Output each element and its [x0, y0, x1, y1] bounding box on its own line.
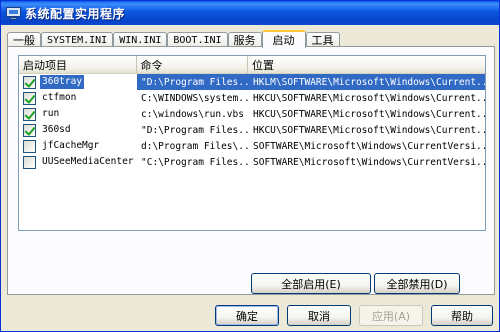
tab-startup[interactable]: 启动	[261, 30, 306, 48]
startup-command-cell: "C:\Program Files...	[141, 156, 249, 168]
tab-tools[interactable]: 工具	[305, 32, 340, 47]
startup-command-cell: "D:\Program Files...	[141, 124, 249, 136]
startup-command-cell: c:\windows\run.vbs	[141, 108, 244, 120]
startup-location-cell: HKCU\SOFTWARE\Microsoft\Windows\Current.…	[253, 124, 485, 136]
msconfig-app-icon	[6, 6, 21, 20]
startup-item-checkbox[interactable]	[23, 155, 36, 169]
disable-all-button[interactable]: 全部禁用(D)	[374, 273, 460, 294]
column-header-command[interactable]: 命令	[136, 56, 249, 73]
startup-item-checkbox[interactable]	[23, 91, 36, 105]
startup-item-checkbox[interactable]	[23, 139, 36, 153]
startup-item-checkbox[interactable]	[23, 75, 36, 89]
column-header-location[interactable]: 位置	[248, 56, 485, 73]
tab-strip: 一般 SYSTEM.INI WIN.INI BOOT.INI 服务 启动 工具	[7, 30, 340, 48]
startup-item-label: 360sd	[42, 124, 71, 135]
startup-row[interactable]: run c:\windows\run.vbs HKCU\SOFTWARE\Micro…	[19, 106, 485, 122]
tab-general[interactable]: 一般	[7, 32, 41, 47]
tab-boot-ini[interactable]: BOOT.INI	[167, 32, 228, 47]
startup-item-checkbox[interactable]	[23, 123, 36, 137]
startup-item-cell: jfCacheMgr	[19, 138, 137, 154]
startup-command-cell: C:\WINDOWS\system...	[141, 92, 249, 104]
startup-location-cell: SOFTWARE\Microsoft\Windows\CurrentVersi.…	[253, 140, 485, 152]
title-bar[interactable]: 系统配置实用程序	[1, 1, 499, 25]
enable-all-button[interactable]: 全部启用(E)	[251, 273, 371, 294]
startup-location-cell: HKLM\SOFTWARE\Microsoft\Windows\Current.…	[249, 74, 485, 90]
startup-row[interactable]: UUSeeMediaCenter "C:\Program Files... SOFT…	[19, 154, 485, 170]
startup-row[interactable]: 360sd "D:\Program Files... HKCU\SOFTWARE\M…	[19, 122, 485, 138]
startup-item-cell: 360sd	[19, 122, 137, 138]
apply-button[interactable]: 应用(A)	[359, 305, 423, 326]
startup-panel: 启动项目 命令 位置 360tray "D:\Program Files... HK…	[7, 46, 495, 295]
startup-row[interactable]: 360tray "D:\Program Files... HKLM\SOFTWARE…	[19, 74, 485, 90]
startup-list-header: 启动项目 命令 位置	[19, 56, 485, 74]
startup-item-cell: run	[19, 106, 137, 122]
startup-item-cell: 360tray	[19, 74, 137, 90]
startup-command-cell: d:\Program Files\...	[141, 140, 249, 152]
tab-services[interactable]: 服务	[227, 32, 262, 47]
startup-row[interactable]: jfCacheMgr d:\Program Files\... SOFTWARE\M…	[19, 138, 485, 154]
startup-location-cell: SOFTWARE\Microsoft\Windows\CurrentVersi.…	[253, 156, 485, 168]
startup-item-label: 360tray	[40, 75, 85, 89]
startup-list[interactable]: 启动项目 命令 位置 360tray "D:\Program Files... HK…	[18, 55, 486, 231]
column-header-item[interactable]: 启动项目	[19, 56, 137, 73]
msconfig-window: 系统配置实用程序 一般 SYSTEM.INI WIN.INI BOOT.INI …	[0, 0, 500, 332]
tab-system-ini[interactable]: SYSTEM.INI	[41, 32, 114, 47]
startup-command-cell: "D:\Program Files...	[137, 74, 249, 90]
startup-row[interactable]: ctfmon C:\WINDOWS\system... HKCU\SOFTWARE\…	[19, 90, 485, 106]
startup-item-checkbox[interactable]	[23, 107, 36, 121]
startup-item-cell: UUSeeMediaCenter	[19, 154, 137, 170]
startup-item-label: jfCacheMgr	[42, 140, 100, 151]
startup-item-label: UUSeeMediaCenter	[42, 156, 134, 167]
startup-item-label: run	[42, 108, 60, 119]
cancel-button[interactable]: 取消	[287, 305, 351, 326]
startup-item-label: ctfmon	[42, 92, 77, 103]
ok-button[interactable]: 确定	[215, 305, 279, 326]
startup-location-cell: HKCU\SOFTWARE\Microsoft\Windows\Current.…	[253, 92, 485, 104]
window-title: 系统配置实用程序	[25, 6, 126, 21]
startup-rows: 360tray "D:\Program Files... HKLM\SOFTWARE…	[19, 74, 485, 170]
startup-item-cell: ctfmon	[19, 90, 137, 106]
help-button[interactable]: 帮助	[431, 305, 493, 326]
startup-location-cell: HKCU\SOFTWARE\Microsoft\Windows\Current.…	[253, 108, 485, 120]
tab-win-ini[interactable]: WIN.INI	[113, 32, 168, 47]
